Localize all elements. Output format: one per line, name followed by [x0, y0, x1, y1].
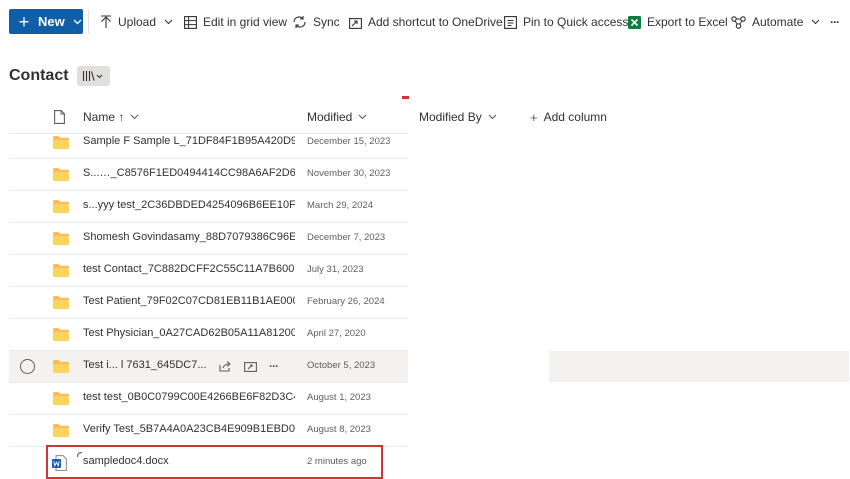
sync-button[interactable]: Sync — [292, 13, 340, 31]
table-row-selected[interactable]: Test i... l 7631_645DC7... ··· October 5… — [9, 351, 408, 383]
column-header-modified[interactable]: Modified — [307, 108, 367, 126]
table-row[interactable]: Verify Test_5B7A4A0A23CB4E909B1EBD0F1...… — [9, 415, 408, 447]
row-name[interactable]: test Contact_7C882DCFF2C55C11A7B60022... — [83, 263, 295, 275]
chevron-down-icon — [488, 114, 497, 120]
folder-icon — [53, 200, 69, 213]
toolbar-divider — [88, 10, 89, 34]
row-modified: October 5, 2023 — [307, 360, 376, 371]
export-excel-button[interactable]: Export to Excel — [628, 13, 728, 31]
upload-label: Upload — [118, 15, 157, 29]
automate-label: Automate — [752, 15, 804, 29]
column-header-modified-by[interactable]: Modified By — [419, 108, 497, 126]
red-marker — [402, 96, 409, 99]
folder-icon — [53, 136, 69, 149]
add-column-button[interactable]: + Add column — [530, 108, 607, 126]
plus-icon: + — [18, 11, 30, 32]
edit-grid-view-button[interactable]: Edit in grid view — [184, 13, 287, 31]
sync-label: Sync — [313, 15, 340, 29]
chevron-down-icon — [73, 19, 82, 24]
table-row[interactable]: Test Patient_79F02C07CD81EB11B1AE000D...… — [9, 287, 408, 319]
share-icon[interactable] — [219, 360, 232, 372]
table-row[interactable]: Shomesh Govindasamy_88D7079386C96ED1... … — [9, 223, 408, 255]
row-name[interactable]: S...…_C8576F1ED0494414CC98A6AF2D6E... — [83, 167, 295, 179]
more-options-button[interactable]: ··· — [830, 13, 840, 31]
name-header-label: Name ↑ — [83, 110, 125, 124]
sync-icon — [293, 16, 306, 28]
row-modified: July 31, 2023 — [307, 264, 364, 275]
folder-icon — [53, 264, 69, 277]
folder-icon — [53, 328, 69, 341]
row-select-radio[interactable] — [20, 359, 35, 374]
pin-icon — [504, 15, 517, 29]
row-modified: March 29, 2024 — [307, 200, 374, 211]
row-modified: February 26, 2024 — [307, 296, 385, 307]
excel-icon — [628, 15, 641, 29]
document-icon — [54, 110, 65, 124]
table-row[interactable]: Test Physician_0A27CAD62B05A11A81200... … — [9, 319, 408, 351]
chevron-down-icon — [358, 114, 367, 120]
more-actions-icon[interactable]: ··· — [269, 359, 279, 373]
grid-icon — [184, 15, 197, 29]
row-modified: December 7, 2023 — [307, 232, 386, 243]
folder-icon — [53, 392, 69, 405]
edit-grid-view-label: Edit in grid view — [203, 15, 288, 29]
row-name[interactable]: Verify Test_5B7A4A0A23CB4E909B1EBD0F1... — [83, 423, 295, 435]
folder-icon — [53, 168, 69, 181]
row-name[interactable]: Shomesh Govindasamy_88D7079386C96ED1... — [83, 231, 295, 243]
automate-icon — [731, 15, 746, 29]
row-modified: April 27, 2020 — [307, 328, 366, 339]
plus-icon: + — [530, 109, 538, 125]
pin-quick-access-label: Pin to Quick access — [523, 15, 629, 29]
table-row[interactable]: test Contact_7C882DCFF2C55C11A7B60022...… — [9, 255, 408, 287]
chevron-down-icon — [130, 114, 139, 120]
page-title: Contact — [9, 67, 69, 84]
chevron-down-icon — [811, 19, 820, 25]
column-header-name[interactable]: Name ↑ — [83, 108, 139, 126]
pin-quick-access-button[interactable]: Pin to Quick access — [504, 13, 628, 31]
export-excel-label: Export to Excel — [647, 15, 728, 29]
row-name[interactable]: Test Patient_79F02C07CD81EB11B1AE000D... — [83, 295, 295, 307]
row-modified: November 30, 2023 — [307, 168, 391, 179]
folder-icon — [53, 424, 69, 437]
add-shortcut-label: Add shortcut to OneDrive — [368, 15, 503, 29]
row-modified: August 1, 2023 — [307, 392, 371, 403]
new-button-label: New — [38, 14, 65, 29]
library-icon — [83, 71, 103, 81]
row-name[interactable]: Test i... l 7631_645DC7... — [83, 359, 207, 371]
row-name[interactable]: s...yyy test_2C36DBDED4254096B6EE10F28..… — [83, 199, 295, 211]
page-header: Contact — [9, 66, 110, 86]
folder-icon — [53, 232, 69, 245]
row-modified: August 8, 2023 — [307, 424, 371, 435]
row-name[interactable]: Test Physician_0A27CAD62B05A11A81200... — [83, 327, 295, 339]
table-row[interactable]: test test_0B0C0799C00E4266BE6F82D3C46...… — [9, 383, 408, 415]
library-options-button[interactable] — [76, 66, 110, 86]
table-row[interactable]: S...…_C8576F1ED0494414CC98A6AF2D6E... No… — [9, 159, 408, 191]
row-name[interactable]: Sample F Sample L_71DF84F1B95A420D9E... — [83, 135, 295, 147]
row-name[interactable]: test test_0B0C0799C00E4266BE6F82D3C46... — [83, 391, 295, 403]
highlight-annotation-box — [46, 445, 383, 479]
selected-row-extension — [549, 351, 849, 382]
modified-by-header-label: Modified By — [419, 110, 482, 124]
row-modified: December 15, 2023 — [307, 136, 391, 147]
file-type-header[interactable] — [54, 108, 65, 126]
shortcut-icon[interactable] — [244, 360, 257, 372]
folder-icon — [53, 296, 69, 309]
table-row[interactable]: s...yyy test_2C36DBDED4254096B6EE10F28..… — [9, 191, 408, 223]
add-shortcut-button[interactable]: Add shortcut to OneDrive — [349, 13, 503, 31]
row-actions: ··· — [219, 359, 279, 373]
shortcut-icon — [349, 17, 362, 29]
modified-header-label: Modified — [307, 110, 353, 124]
table-row[interactable]: Sample F Sample L_71DF84F1B95A420D9E... … — [9, 127, 408, 159]
command-bar: + New Upload Edit in grid view Sync Add … — [0, 0, 850, 44]
chevron-down-icon — [164, 19, 173, 25]
folder-icon — [53, 360, 69, 373]
upload-button[interactable]: Upload — [100, 13, 179, 31]
new-button[interactable]: + New — [9, 9, 83, 34]
add-column-label: Add column — [543, 110, 607, 124]
automate-button[interactable]: Automate — [731, 13, 826, 31]
upload-icon — [101, 15, 111, 28]
